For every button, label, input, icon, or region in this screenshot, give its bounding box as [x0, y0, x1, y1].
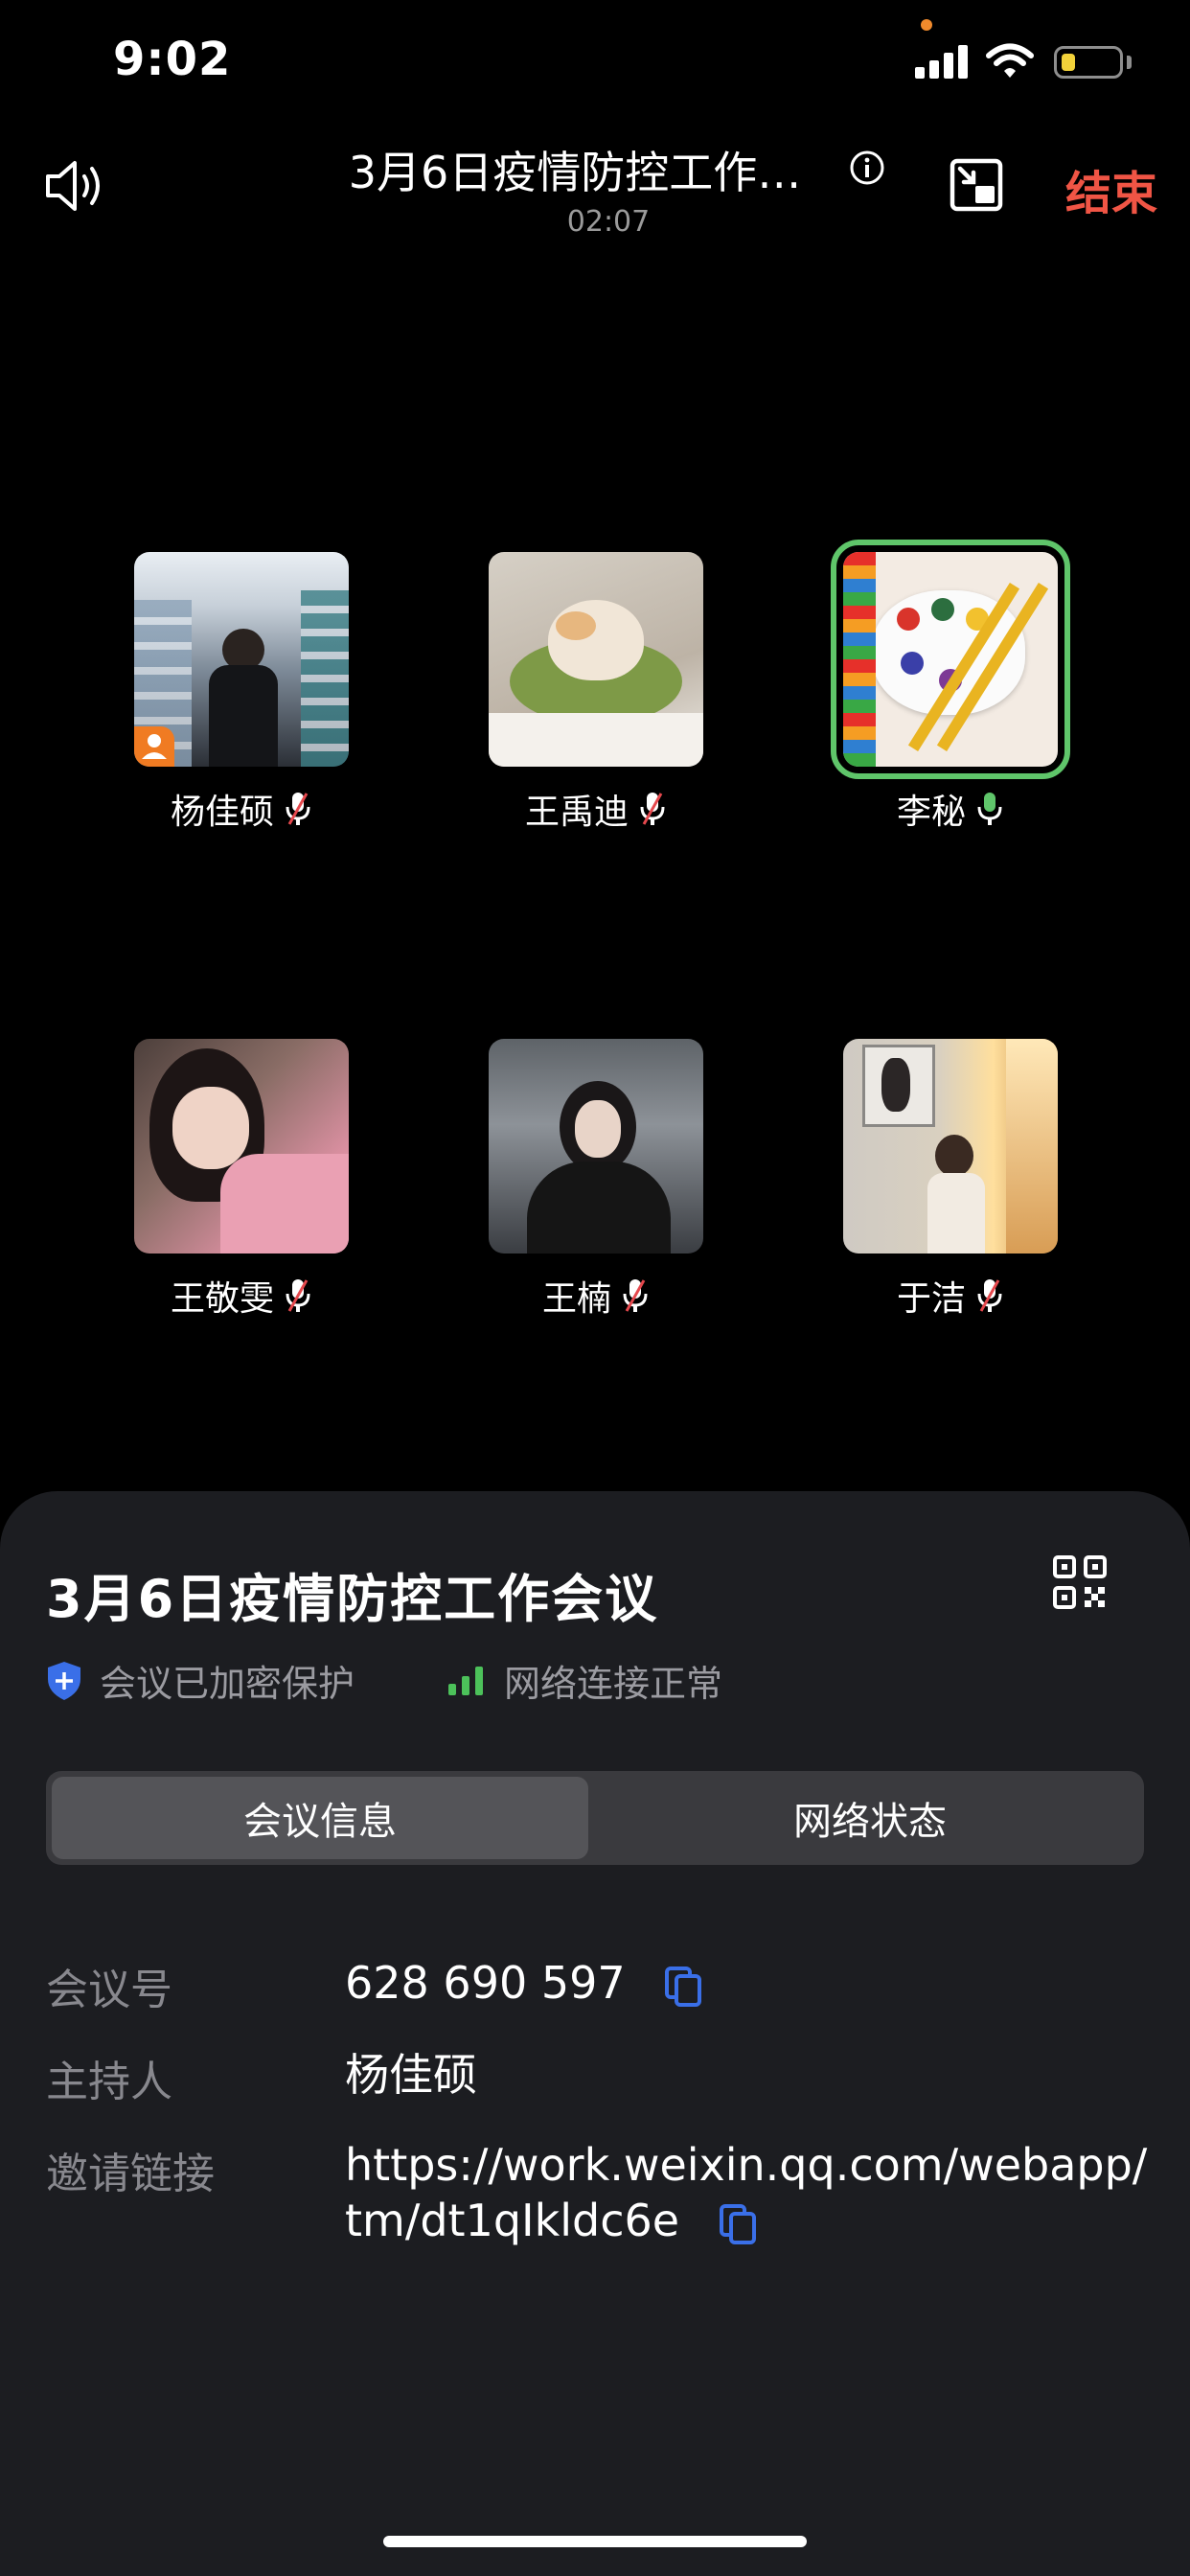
participant-name: 于洁	[896, 1279, 966, 1319]
participant-name-row: 于洁	[843, 1271, 1058, 1321]
face-figure	[575, 1100, 621, 1158]
window-decoration	[1006, 1039, 1058, 1254]
qr-code-icon[interactable]	[1052, 1554, 1108, 1610]
bookshelf-decoration	[301, 590, 349, 767]
network-label: 网络连接正常	[504, 1663, 723, 1705]
invite-link-line-2: tm/dt1qIkldc6e	[345, 2193, 1131, 2248]
poster-figure	[881, 1058, 910, 1112]
info-tabs: 会议信息 网络状态	[46, 1771, 1144, 1865]
sweater-figure	[220, 1154, 349, 1254]
participant-name-row: 王敬雯	[134, 1271, 349, 1321]
participant-name: 王楠	[541, 1279, 611, 1319]
wifi-icon	[986, 43, 1034, 78]
invite-link-label: 邀请链接	[46, 2150, 215, 2198]
encryption-status: 会议已加密保护	[46, 1654, 355, 1707]
paint-dot	[931, 598, 954, 621]
pillow-decoration	[489, 713, 703, 767]
host-label: 主持人	[46, 2058, 172, 2106]
copy-icon[interactable]	[719, 2203, 757, 2245]
cat-figure	[556, 611, 596, 640]
person-figure	[209, 665, 278, 767]
participant-name: 李秘	[896, 793, 966, 832]
network-status: 网络连接正常	[446, 1654, 722, 1707]
copy-icon[interactable]	[664, 1966, 702, 2008]
mic-muted-icon	[286, 1279, 310, 1312]
network-signal-icon	[448, 1666, 483, 1695]
person-figure	[927, 1173, 985, 1254]
home-indicator[interactable]	[383, 2536, 807, 2547]
invite-link: https://work.weixin.qq.com/webapp/ tm/dt…	[345, 2137, 1147, 2248]
meeting-id-label: 会议号	[46, 1966, 172, 2014]
mic-muted-icon	[977, 1279, 1002, 1312]
cellular-signal-icon	[915, 44, 969, 79]
mic-muted-icon	[286, 793, 310, 825]
encryption-label: 会议已加密保护	[100, 1663, 355, 1705]
participant-name-row: 王楠	[489, 1271, 703, 1321]
participant-avatar[interactable]	[134, 552, 349, 767]
cat-figure	[548, 600, 644, 680]
person-figure	[935, 1135, 973, 1177]
info-icon[interactable]	[849, 150, 885, 186]
participant-name-row: 王禹迪	[489, 784, 703, 834]
speaker-icon[interactable]	[42, 151, 111, 220]
status-time: 9:02	[113, 33, 232, 86]
paint-dot	[897, 608, 920, 631]
tab-network-status[interactable]: 网络状态	[602, 1777, 1138, 1859]
invite-link-line-2-text[interactable]: tm/dt1qIkldc6e	[345, 2195, 679, 2246]
end-meeting-button[interactable]: 结束	[1065, 155, 1157, 222]
battery-icon	[1054, 46, 1123, 79]
face-figure	[172, 1087, 249, 1169]
participant-avatar[interactable]	[831, 540, 1070, 779]
battery-tip	[1127, 56, 1132, 69]
mic-muted-icon	[640, 793, 665, 825]
mic-muted-icon	[623, 1279, 648, 1312]
participant-avatar[interactable]	[843, 1039, 1058, 1254]
privacy-indicator-dot	[921, 19, 932, 31]
participant-name-row: 李秘	[843, 784, 1058, 834]
participant-name-row: 杨佳硕	[134, 784, 349, 834]
microphone-icon	[977, 793, 1002, 825]
participant-name: 杨佳硕	[170, 793, 274, 832]
participant-avatar[interactable]	[489, 1039, 703, 1254]
meeting-id-value: 628 690 597	[345, 1957, 626, 2009]
meeting-timer: 02:07	[566, 205, 651, 239]
shield-icon	[48, 1661, 80, 1700]
sheet-meeting-title: 3月6日疫情防控工作会议	[46, 1569, 659, 1629]
participant-name: 王禹迪	[524, 793, 629, 832]
pencils-decoration	[843, 552, 876, 767]
minimize-window-icon[interactable]	[949, 157, 1004, 213]
tab-meeting-info[interactable]: 会议信息	[52, 1777, 588, 1859]
participant-avatar[interactable]	[134, 1039, 349, 1254]
participant-avatar[interactable]	[489, 552, 703, 767]
coat-figure	[527, 1162, 671, 1254]
participant-name: 王敬雯	[170, 1279, 274, 1319]
meeting-id-row: 628 690 597	[345, 1955, 702, 2011]
meeting-title[interactable]: 3月6日疫情防控工作…	[316, 138, 834, 201]
host-badge-icon	[134, 726, 174, 767]
host-value: 杨佳硕	[345, 2049, 477, 2101]
invite-link-line-1[interactable]: https://work.weixin.qq.com/webapp/	[345, 2137, 1147, 2193]
paint-dot	[901, 652, 924, 675]
